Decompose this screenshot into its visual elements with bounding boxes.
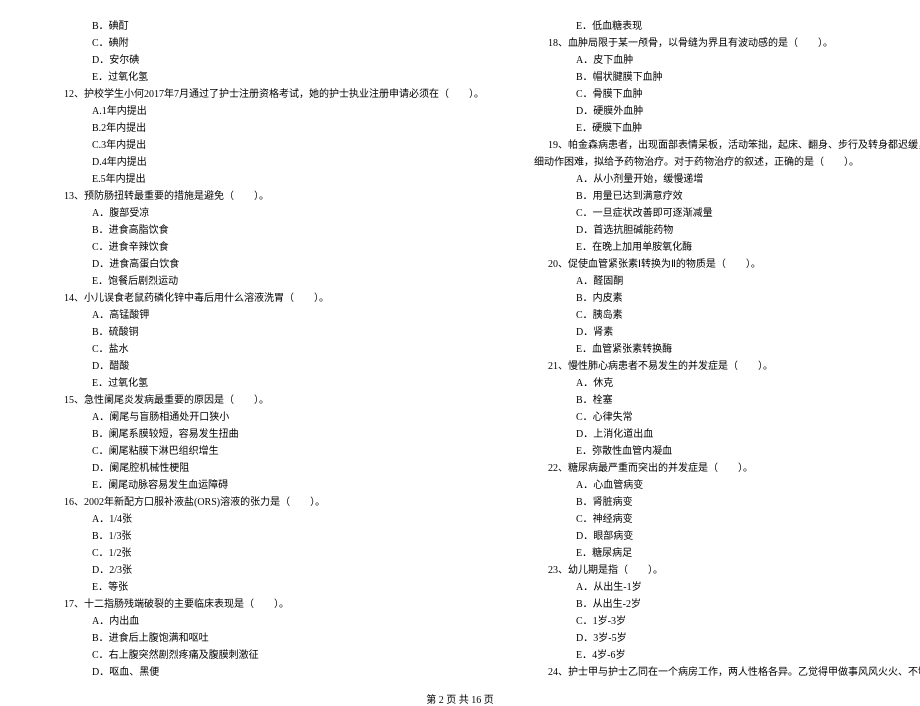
q14-opt-a: A．高锰酸钾 (50, 307, 484, 324)
q15-opt-d: D．阑尾腔机械性梗阻 (50, 460, 484, 477)
q16-opt-a: A．1/4张 (50, 511, 484, 528)
q11-opt-e: E．过氧化氢 (50, 69, 484, 86)
q19-text-b: 细动作困难，拟给予药物治疗。对于药物治疗的叙述，正确的是（ ）。 (534, 154, 920, 171)
q12-text: 12、护校学生小何2017年7月通过了护士注册资格考试，她的护士执业注册申请必须… (50, 86, 484, 103)
q15-opt-b: B．阑尾系膜较短，容易发生扭曲 (50, 426, 484, 443)
q11-opt-c: C．碘附 (50, 35, 484, 52)
q17-opt-e: E．低血糖表现 (534, 18, 920, 35)
q12-opt-d: D.4年内提出 (50, 154, 484, 171)
q13-opt-d: D．进食高蛋白饮食 (50, 256, 484, 273)
q22-opt-e: E．糖尿病足 (534, 545, 920, 562)
q20-opt-c: C．胰岛素 (534, 307, 920, 324)
q12-opt-a: A.1年内提出 (50, 103, 484, 120)
q15-opt-e: E．阑尾动脉容易发生血运障碍 (50, 477, 484, 494)
q19-opt-b: B．用量已达到满意疗效 (534, 188, 920, 205)
q20-opt-d: D．肾素 (534, 324, 920, 341)
q19-opt-e: E．在晚上加用单胺氧化酶 (534, 239, 920, 256)
q22-opt-a: A．心血管病变 (534, 477, 920, 494)
q18-opt-a: A．皮下血肿 (534, 52, 920, 69)
page-content: B．碘酊 C．碘附 D．安尔碘 E．过氧化氢 12、护校学生小何2017年7月通… (50, 18, 870, 681)
q13-opt-b: B．进食高脂饮食 (50, 222, 484, 239)
q13-opt-c: C．进食辛辣饮食 (50, 239, 484, 256)
q14-opt-b: B．硫酸铜 (50, 324, 484, 341)
q20-opt-e: E．血管紧张素转换酶 (534, 341, 920, 358)
q21-opt-e: E．弥散性血管内凝血 (534, 443, 920, 460)
q17-opt-d: D．呕血、黑便 (50, 664, 484, 681)
q21-opt-c: C．心律失常 (534, 409, 920, 426)
q17-text: 17、十二指肠残端破裂的主要临床表现是（ ）。 (50, 596, 484, 613)
page-footer: 第 2 页 共 16 页 (50, 681, 870, 706)
q21-opt-d: D．上消化道出血 (534, 426, 920, 443)
q12-opt-e: E.5年内提出 (50, 171, 484, 188)
q20-opt-b: B．内皮素 (534, 290, 920, 307)
q20-opt-a: A．醛固酮 (534, 273, 920, 290)
q16-opt-c: C．1/2张 (50, 545, 484, 562)
q19-opt-c: C．一旦症状改善即可逐渐减量 (534, 205, 920, 222)
q16-opt-b: B．1/3张 (50, 528, 484, 545)
q13-opt-e: E．饱餐后剧烈运动 (50, 273, 484, 290)
q16-opt-d: D．2/3张 (50, 562, 484, 579)
q18-opt-d: D．硬膜外血肿 (534, 103, 920, 120)
q11-opt-b: B．碘酊 (50, 18, 484, 35)
q14-opt-d: D．醋酸 (50, 358, 484, 375)
q18-opt-e: E．硬膜下血肿 (534, 120, 920, 137)
q14-opt-e: E．过氧化氢 (50, 375, 484, 392)
q21-text: 21、慢性肺心病患者不易发生的并发症是（ ）。 (534, 358, 920, 375)
q19-text-a: 19、帕金森病患者，出现面部表情呆板，活动笨拙，起床、翻身、步行及转身都迟缓，手… (534, 137, 920, 154)
q22-text: 22、糖尿病最严重而突出的并发症是（ ）。 (534, 460, 920, 477)
q13-opt-a: A．腹部受凉 (50, 205, 484, 222)
q17-opt-a: A．内出血 (50, 613, 484, 630)
q13-text: 13、预防肠扭转最重要的措施是避免（ ）。 (50, 188, 484, 205)
q22-opt-b: B．肾脏病变 (534, 494, 920, 511)
q14-opt-c: C．盐水 (50, 341, 484, 358)
q11-opt-d: D．安尔碘 (50, 52, 484, 69)
q21-opt-a: A．休克 (534, 375, 920, 392)
right-column: E．低血糖表现 18、血肿局限于某一颅骨，以骨缝为界且有波动感的是（ ）。 A．… (534, 18, 920, 681)
q15-opt-c: C．阑尾粘膜下淋巴组织增生 (50, 443, 484, 460)
q18-opt-c: C．骨膜下血肿 (534, 86, 920, 103)
q18-opt-b: B．帽状腱膜下血肿 (534, 69, 920, 86)
q21-opt-b: B．栓塞 (534, 392, 920, 409)
q15-text: 15、急性阑尾炎发病最重要的原因是（ ）。 (50, 392, 484, 409)
q24-text: 24、护士甲与护士乙同在一个病房工作，两人性格各异。乙觉得甲做事风风火火、不够稳… (534, 664, 920, 681)
q23-text: 23、幼儿期是指（ ）。 (534, 562, 920, 579)
q23-opt-b: B．从出生-2岁 (534, 596, 920, 613)
q17-opt-b: B．进食后上腹饱满和呕吐 (50, 630, 484, 647)
q14-text: 14、小儿误食老鼠药磷化锌中毒后用什么溶液洗胃（ ）。 (50, 290, 484, 307)
left-column: B．碘酊 C．碘附 D．安尔碘 E．过氧化氢 12、护校学生小何2017年7月通… (50, 18, 484, 681)
q20-text: 20、促使血管紧张素Ⅰ转换为Ⅱ的物质是（ ）。 (534, 256, 920, 273)
q15-opt-a: A．阑尾与盲肠相通处开口狭小 (50, 409, 484, 426)
q16-text: 16、2002年新配方口服补液盐(ORS)溶液的张力是（ ）。 (50, 494, 484, 511)
q12-opt-b: B.2年内提出 (50, 120, 484, 137)
q23-opt-d: D．3岁-5岁 (534, 630, 920, 647)
q16-opt-e: E．等张 (50, 579, 484, 596)
q19-opt-a: A．从小剂量开始，缓慢递增 (534, 171, 920, 188)
q23-opt-a: A．从出生-1岁 (534, 579, 920, 596)
q18-text: 18、血肿局限于某一颅骨，以骨缝为界且有波动感的是（ ）。 (534, 35, 920, 52)
q19-opt-d: D．首选抗胆碱能药物 (534, 222, 920, 239)
q23-opt-c: C．1岁-3岁 (534, 613, 920, 630)
q22-opt-c: C．神经病变 (534, 511, 920, 528)
q12-opt-c: C.3年内提出 (50, 137, 484, 154)
q22-opt-d: D．眼部病变 (534, 528, 920, 545)
